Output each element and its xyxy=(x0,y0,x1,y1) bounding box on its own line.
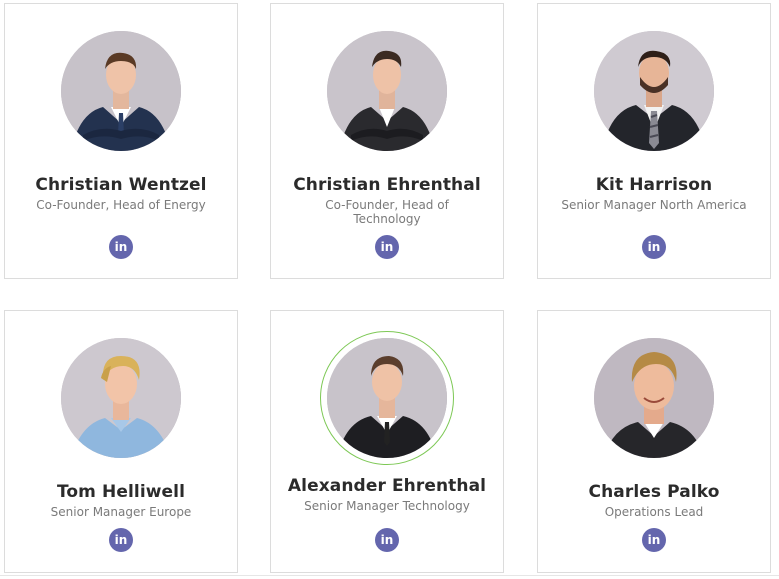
avatar-christian-ehrenthal xyxy=(327,31,447,151)
team-card-christian-wentzel: Christian Wentzel Co-Founder, Head of En… xyxy=(4,3,238,279)
team-card-charles-palko: Charles Palko Operations Lead in xyxy=(537,310,771,573)
linkedin-icon[interactable]: in xyxy=(109,528,133,552)
team-card-tom-helliwell: Tom Helliwell Senior Manager Europe in xyxy=(4,310,238,573)
avatar-kit-harrison xyxy=(594,31,714,151)
team-card-christian-ehrenthal: Christian Ehrenthal Co-Founder, Head of … xyxy=(270,3,504,279)
linkedin-icon[interactable]: in xyxy=(642,528,666,552)
avatar-charles-palko xyxy=(594,338,714,458)
member-role: Operations Lead xyxy=(604,505,704,519)
member-name: Christian Wentzel xyxy=(35,175,207,195)
divider xyxy=(0,575,779,576)
member-name: Alexander Ehrenthal xyxy=(287,476,487,496)
linkedin-icon[interactable]: in xyxy=(642,235,666,259)
member-role: Senior Manager North America xyxy=(561,198,747,212)
team-page: Christian Wentzel Co-Founder, Head of En… xyxy=(0,0,779,579)
avatar-alexander-ehrenthal xyxy=(327,338,447,458)
linkedin-icon[interactable]: in xyxy=(375,235,399,259)
member-role: Co-Founder, Head of Energy xyxy=(36,198,206,212)
member-role: Senior Manager Europe xyxy=(50,505,192,519)
member-name: Charles Palko xyxy=(588,482,720,502)
team-card-alexander-ehrenthal: Alexander Ehrenthal Senior Manager Techn… xyxy=(270,310,504,573)
avatar-tom-helliwell xyxy=(61,338,181,458)
member-name: Kit Harrison xyxy=(595,175,713,195)
team-card-kit-harrison: Kit Harrison Senior Manager North Americ… xyxy=(537,3,771,279)
member-role: Co-Founder, Head of Technology xyxy=(325,198,449,226)
avatar-christian-wentzel xyxy=(61,31,181,151)
linkedin-icon[interactable]: in xyxy=(109,235,133,259)
linkedin-icon[interactable]: in xyxy=(375,528,399,552)
member-role: Senior Manager Technology xyxy=(304,499,470,513)
member-name: Tom Helliwell xyxy=(56,482,186,502)
member-name: Christian Ehrenthal xyxy=(293,175,481,195)
